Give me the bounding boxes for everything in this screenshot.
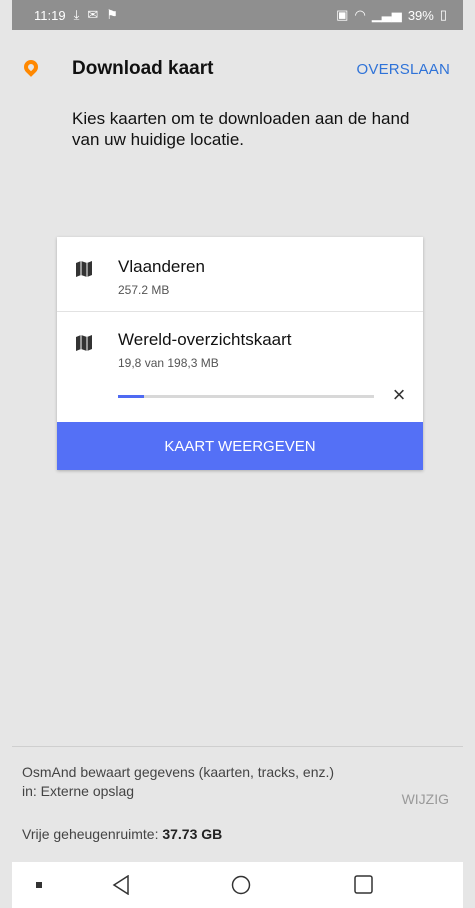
map-item-wereld[interactable]: Wereld-overzichtskaart 19,8 van 198,3 MB [57, 312, 423, 422]
signal-icon: ▁▃▅ [371, 7, 402, 22]
map-icon [76, 261, 92, 277]
map-download-card: Vlaanderen 257.2 MB Wereld-overzichtskaa… [57, 237, 423, 470]
status-bar: 11:19 ⤓ ✉ ⚑ ▣ ◠ ▁▃▅ 39% ▯ [12, 0, 463, 30]
download-progress-bar [118, 395, 374, 398]
home-icon[interactable] [231, 875, 251, 895]
skip-button[interactable]: OVERSLAAN [357, 61, 451, 78]
status-time: 11:19 [34, 7, 66, 23]
free-space-info: Vrije geheugenruimte: 37.73 GB [22, 826, 222, 842]
cancel-download-button[interactable]: × [390, 384, 408, 406]
map-icon [76, 335, 92, 351]
page-title: Download kaart [72, 58, 214, 79]
map-name: Wereld-overzichtskaart [118, 330, 292, 349]
storage-footer: OsmAnd bewaart gegevens (kaarten, tracks… [12, 746, 463, 859]
recent-apps-icon[interactable] [354, 875, 373, 894]
mail-notification-icon: ✉ [87, 7, 99, 22]
download-notification-icon: ⤓ [73, 7, 80, 22]
description-text: Kies kaarten om te downloaden aan de han… [72, 109, 410, 149]
flag-notification-icon: ⚑ [106, 7, 118, 22]
change-storage-button[interactable]: WIJZIG [402, 791, 449, 807]
header: Download kaart OVERSLAAN [12, 48, 463, 88]
map-name: Vlaanderen [118, 257, 205, 276]
battery-percent: 39% [407, 7, 434, 23]
back-icon[interactable] [112, 875, 130, 895]
wifi-icon: ◠ [354, 7, 366, 22]
battery-icon: ▯ [439, 7, 447, 22]
osmand-logo-icon [21, 57, 41, 77]
free-space-label: Vrije geheugenruimte: [22, 826, 159, 842]
show-map-button[interactable]: KAART WEERGEVEN [57, 422, 423, 470]
nav-dot-icon [36, 882, 42, 888]
download-progress-fill [118, 395, 144, 398]
free-space-value: 37.73 GB [162, 826, 223, 842]
app-screen: Download kaart OVERSLAAN Kies kaarten om… [12, 30, 463, 908]
nfc-icon: ▣ [336, 7, 349, 22]
map-size: 257.2 MB [118, 283, 170, 297]
map-item-vlaanderen[interactable]: Vlaanderen 257.2 MB [57, 237, 423, 311]
download-progress-text: 19,8 van 198,3 MB [118, 356, 219, 370]
navigation-bar [12, 862, 463, 908]
storage-info-text: OsmAnd bewaart gegevens (kaarten, tracks… [22, 764, 335, 799]
